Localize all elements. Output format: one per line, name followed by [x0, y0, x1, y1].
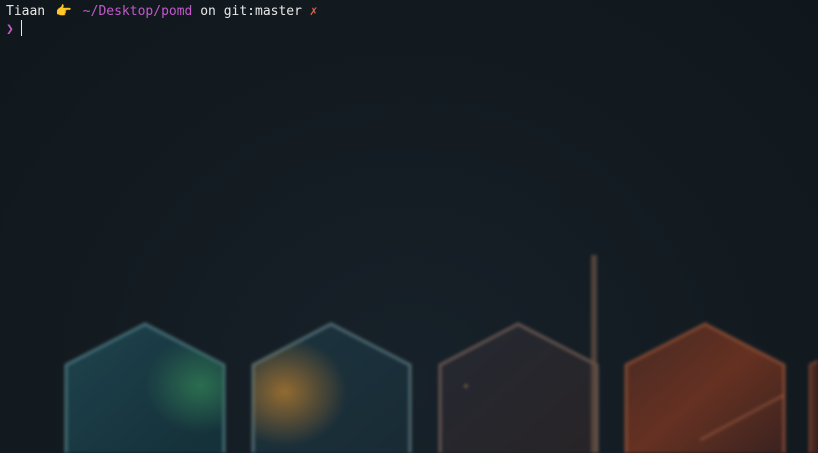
command-input-line[interactable]: ❯: [6, 20, 22, 38]
terminal-window[interactable]: Tiaan 👉 ~/Desktop/pomd on git:master ✗ ❯: [0, 0, 818, 453]
prompt-line: Tiaan 👉 ~/Desktop/pomd on git:master ✗: [6, 3, 318, 20]
prompt-user: Tiaan: [6, 4, 46, 19]
git-dirty-icon: ✗: [309, 4, 318, 19]
prompt-path: ~/Desktop/pomd: [82, 4, 193, 19]
wallpaper-background: [64, 255, 818, 453]
text-cursor: [20, 20, 22, 36]
prompt-branch: master: [255, 4, 302, 19]
prompt-git-label: git:: [223, 4, 255, 19]
pointing-hand-icon: 👉: [55, 4, 73, 19]
prompt-on-text: on: [200, 4, 216, 19]
chevron-right-icon: ❯: [6, 22, 14, 37]
